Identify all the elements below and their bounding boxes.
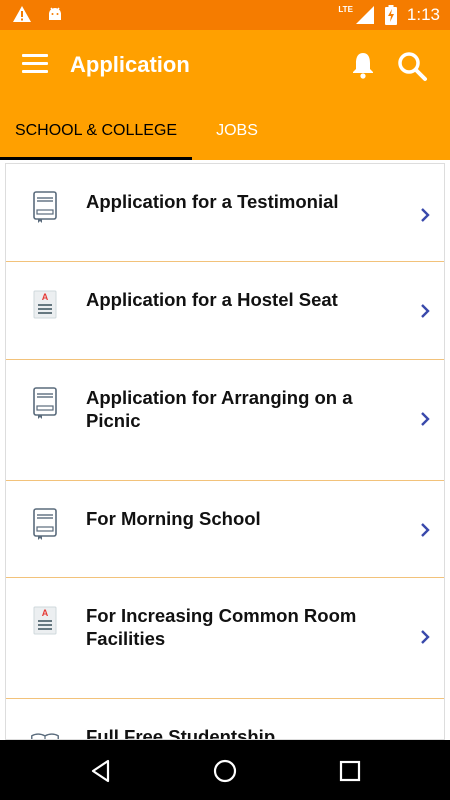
chevron-right-icon [421,304,430,318]
tab-school-college[interactable]: SCHOOL & COLLEGE [0,102,192,160]
battery-charging-icon [384,5,397,25]
chevron-right-icon [421,523,430,537]
list-item-testimonial[interactable]: Application for a Testimonial [6,164,444,262]
chevron-right-icon [421,630,430,644]
application-list[interactable]: Application for a Testimonial A Applicat… [5,163,445,740]
chevron-right-icon [421,412,430,426]
back-icon[interactable] [88,758,114,784]
document-icon: A [33,290,57,319]
svg-text:A: A [42,292,49,302]
list-item-title: Application for a Testimonial [86,191,339,212]
book-icon [33,508,57,540]
android-icon [49,7,61,20]
chevron-right-icon [421,208,430,222]
active-tab-indicator [0,157,192,160]
page-title: Application [70,52,190,77]
book-icon [33,191,57,223]
bell-icon[interactable] [348,50,378,80]
list-item-morning-school[interactable]: For Morning School [6,481,444,578]
svg-text:A: A [42,608,49,618]
app-bar: Application [0,30,450,102]
list-item-title: Application for Arranging on a Picnic [86,387,353,431]
list-item-title: For Morning School [86,508,261,529]
list-item-hostel-seat[interactable]: A Application for a Hostel Seat [6,262,444,360]
list-item-title: Application for a Hostel Seat [86,289,338,310]
search-icon[interactable] [396,50,428,82]
recents-icon[interactable] [337,758,363,784]
book-icon [33,387,57,419]
list-item-title: Full Free Studentship [86,726,276,740]
warning-icon [13,6,31,22]
status-time: 1:13 [406,5,440,24]
status-bar: LTE 1:13 [0,0,450,30]
tab-bar: SCHOOL & COLLEGE JOBS [0,102,450,160]
list-item-studentship[interactable]: Full Free Studentship [6,699,444,740]
list-item-picnic[interactable]: Application for Arranging on a Picnic [6,360,444,481]
menu-icon[interactable] [22,54,48,76]
tab-jobs[interactable]: JOBS [192,102,282,160]
system-nav-bar [0,740,450,800]
document-icon: A [33,606,57,635]
network-type-label: LTE [338,4,353,14]
home-icon[interactable] [212,758,238,784]
signal-icon [355,6,374,24]
list-item-common-room[interactable]: A For Increasing Common Room Facilities [6,578,444,699]
open-book-icon [31,733,59,739]
list-item-title: For Increasing Common Room Facilities [86,605,357,649]
